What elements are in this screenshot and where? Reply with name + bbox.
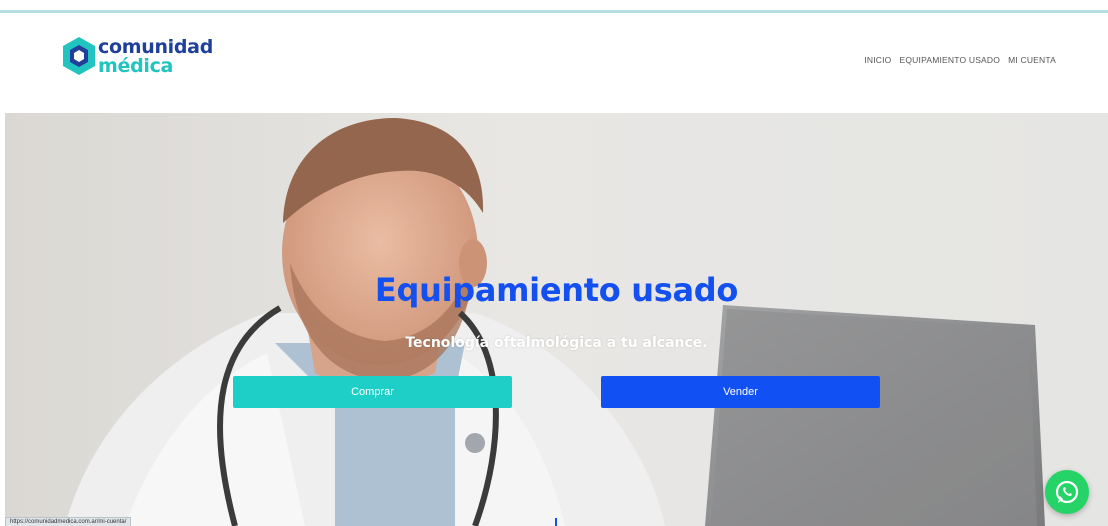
- hero-section: Equipamiento usado Tecnología oftalmológ…: [5, 113, 1108, 526]
- hero-subtitle: Tecnología oftalmológica a tu alcance.: [405, 335, 708, 351]
- nav-item-inicio[interactable]: INICIO: [864, 53, 891, 67]
- whatsapp-button[interactable]: [1045, 470, 1089, 514]
- hexagon-logo-icon: [63, 37, 95, 75]
- site-logo[interactable]: comunidad médica: [60, 35, 230, 87]
- main-nav: INICIO EQUIPAMIENTO USADO MI CUENTA: [864, 53, 1056, 67]
- buy-button[interactable]: Comprar: [233, 376, 512, 408]
- hero-overlay: [5, 113, 1108, 526]
- logo-text-medica: médica: [98, 55, 174, 77]
- nav-item-mi-cuenta[interactable]: MI CUENTA: [1008, 53, 1056, 67]
- text-cursor: [555, 518, 557, 526]
- page: comunidad médica INICIO EQUIPAMIENTO USA…: [0, 0, 1108, 526]
- hero-title: Equipamiento usado: [374, 271, 739, 309]
- sell-button[interactable]: Vender: [601, 376, 880, 408]
- status-bar-url: https://comunidadmedica.com.ar/mi-cuenta…: [5, 517, 132, 526]
- site-header: comunidad médica INICIO EQUIPAMIENTO USA…: [0, 13, 1108, 113]
- whatsapp-icon: [1055, 480, 1079, 504]
- nav-item-equipamiento-usado[interactable]: EQUIPAMIENTO USADO: [900, 53, 1001, 67]
